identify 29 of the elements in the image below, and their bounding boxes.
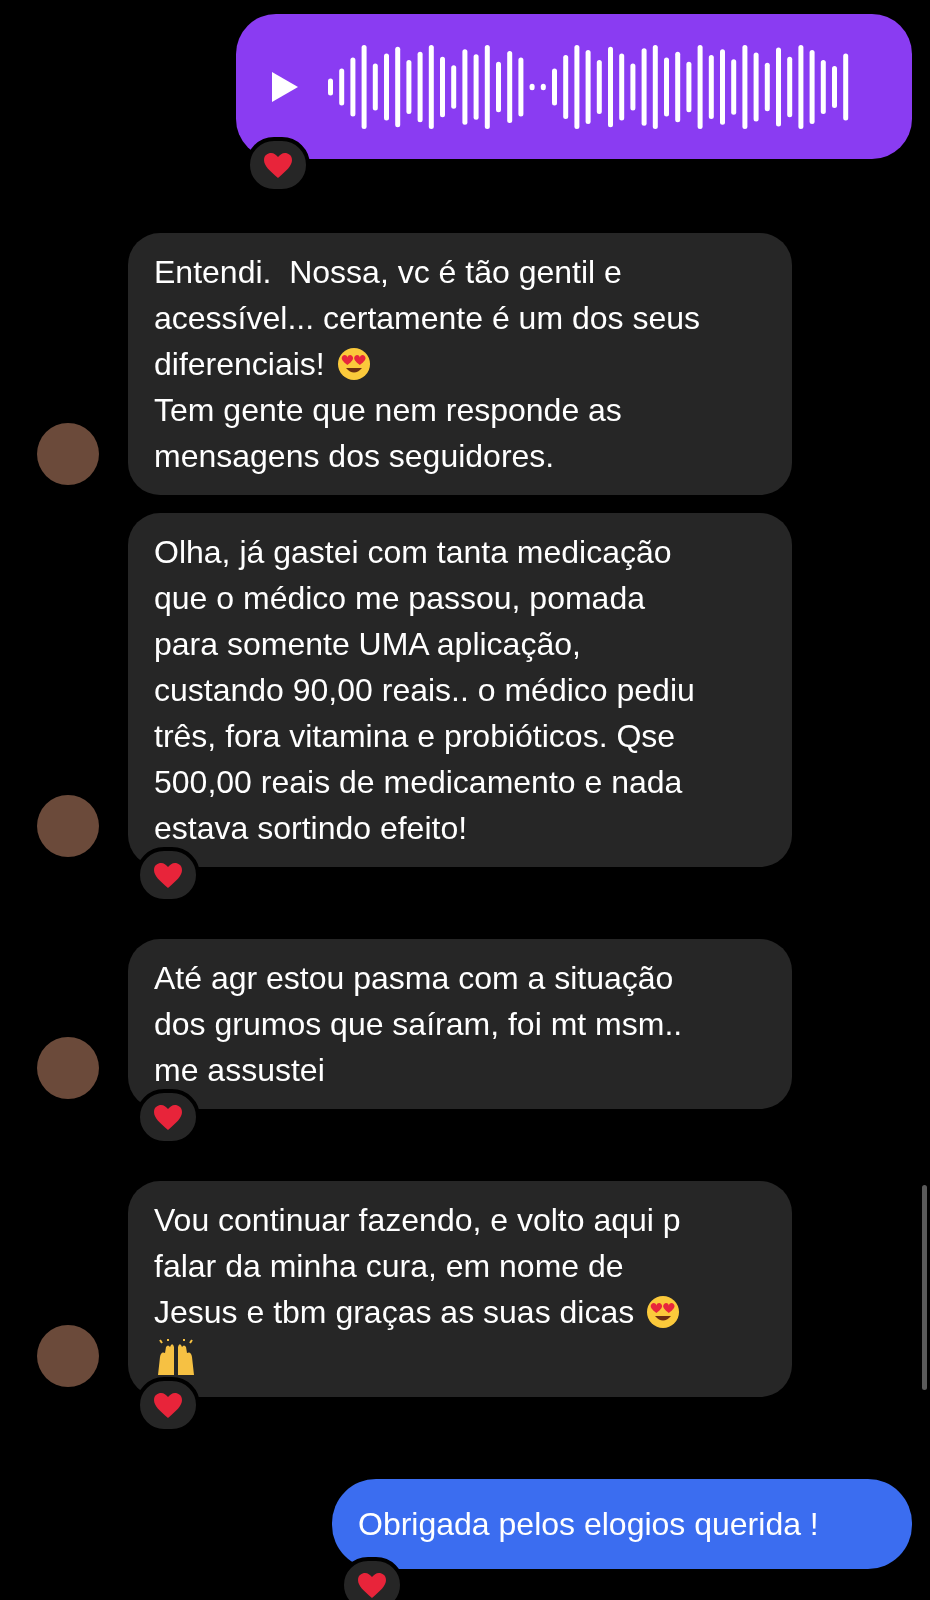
message-text: Jesus e tbm graças as suas dicas <box>154 1293 635 1332</box>
message-text: Até agr estou pasma com a situação <box>154 959 674 998</box>
heart-icon <box>357 1571 387 1599</box>
message-text: que o médico me passou, pomada <box>154 579 645 618</box>
message-text: custando 90,00 reais.. o médico pediu <box>154 671 695 710</box>
voice-message-bubble[interactable] <box>236 14 912 159</box>
scrollbar[interactable] <box>922 1185 927 1390</box>
message-text: três, fora vitamina e probióticos. Qse <box>154 717 676 756</box>
message-text: mensagens dos seguidores. <box>154 437 555 476</box>
play-icon <box>270 69 300 104</box>
heart-icon <box>153 1391 183 1419</box>
heart-eyes-face-icon <box>336 347 371 381</box>
message-text: estava sortindo efeito! <box>154 809 468 848</box>
message-text: me assustei <box>154 1051 325 1090</box>
message-text: dos grumos que saíram, foi mt msm.. <box>154 1005 683 1044</box>
heart-icon <box>263 151 293 179</box>
message-text: Entendi. Nossa, vc é tão gentil e <box>154 253 622 292</box>
message-text: Olha, já gastei com tanta medicação <box>154 533 672 572</box>
message-text: falar da minha cura, em nome de <box>154 1247 624 1286</box>
message-text: Tem gente que nem responde as <box>154 391 622 430</box>
heart-eyes-face-icon <box>646 1295 681 1329</box>
message-text: diferenciais! <box>154 345 325 384</box>
heart-icon <box>153 861 183 889</box>
message-text: Obrigada pelos elogios querida ! <box>358 1505 819 1544</box>
heart-icon <box>153 1103 183 1131</box>
message-text: 500,00 reais de medicamento e nada <box>154 763 683 802</box>
message-text: acessível... certamente é um dos seus <box>154 299 701 338</box>
message-text: para somente UMA aplicação, <box>154 625 581 664</box>
message-text: Vou continuar fazendo, e volto aqui p <box>154 1201 681 1240</box>
